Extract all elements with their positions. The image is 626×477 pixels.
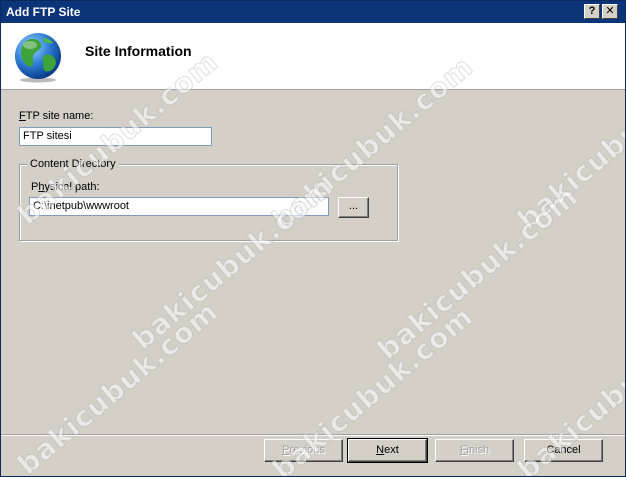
wizard-header: Site Information: [1, 23, 625, 90]
ftp-site-name-input[interactable]: FTP sitesi: [19, 127, 212, 146]
page-title: Site Information: [85, 43, 192, 59]
add-ftp-site-dialog: Add FTP Site ? ✕ Site Information FTP si…: [0, 0, 626, 477]
previous-button[interactable]: Previous: [264, 439, 343, 462]
browse-button[interactable]: ...: [338, 197, 369, 218]
ftp-site-name-label: FTP site name:: [19, 110, 94, 122]
cancel-button[interactable]: Cancel: [524, 439, 603, 462]
title-bar[interactable]: Add FTP Site ? ✕: [1, 1, 625, 23]
physical-path-input[interactable]: C:\inetpub\wwwroot: [29, 197, 329, 216]
help-button[interactable]: ?: [584, 4, 600, 19]
window-title: Add FTP Site: [6, 5, 81, 19]
finish-button[interactable]: Finish: [435, 439, 514, 462]
close-button[interactable]: ✕: [602, 4, 618, 19]
globe-icon: [15, 33, 61, 83]
watermark: bakicubuk.com: [11, 294, 225, 477]
content-directory-legend: Content Directory: [27, 158, 119, 170]
physical-path-label: Physical path:: [31, 181, 100, 193]
footer-divider: [1, 434, 625, 436]
watermark: bakicubuk.com: [371, 179, 585, 367]
next-button[interactable]: Next: [347, 438, 428, 463]
